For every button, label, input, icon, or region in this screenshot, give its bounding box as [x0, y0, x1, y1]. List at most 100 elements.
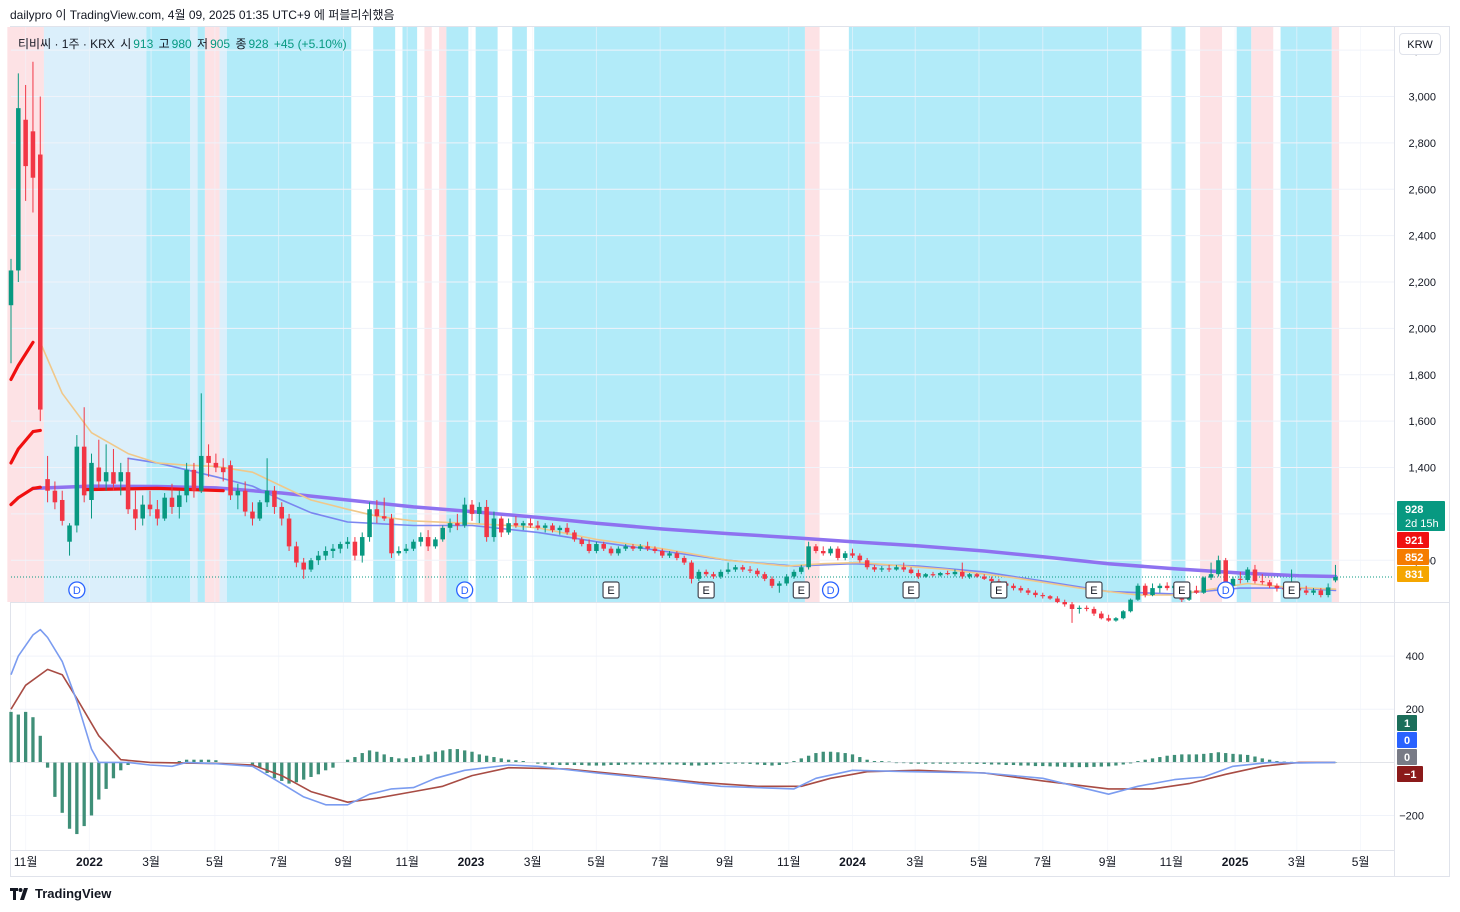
- event-marker-label: E: [607, 585, 614, 597]
- currency-button[interactable]: KRW: [1399, 33, 1441, 55]
- legend-low: 905: [210, 37, 231, 51]
- chart-svg[interactable]: DDEEEDEEEEDE3,2003,0002,8002,6002,4002,2…: [0, 0, 1460, 912]
- macd-histogram-bar: [602, 762, 606, 766]
- legend-open: 913: [133, 37, 154, 51]
- macd-histogram-bar: [1004, 762, 1008, 766]
- time-axis-label: 3월: [524, 855, 542, 869]
- time-axis-label: 9월: [335, 855, 353, 869]
- macd-histogram-bar: [419, 755, 423, 763]
- price-axis-tick: 1,600: [1408, 416, 1436, 428]
- time-axis-label: 2025: [1222, 855, 1249, 869]
- candle-body: [520, 523, 526, 526]
- macd-histogram-bar: [1209, 753, 1213, 763]
- candle-body: [820, 550, 826, 554]
- candle-body: [8, 270, 14, 306]
- macd-histogram-bar: [755, 762, 760, 765]
- candle-body: [681, 557, 687, 563]
- macd-histogram-bar: [389, 757, 394, 763]
- macd-histogram-bar: [704, 762, 708, 766]
- candle-body: [264, 490, 270, 503]
- background-zone: [1280, 27, 1332, 602]
- candle-body: [981, 576, 987, 579]
- macd-axis-tick: 400: [1406, 651, 1424, 663]
- macd-histogram-bar: [1011, 762, 1016, 766]
- candle-body: [938, 573, 943, 576]
- legend-close: 928: [248, 37, 269, 51]
- price-axis-tick: 2,600: [1408, 184, 1436, 196]
- macd-histogram-bar: [441, 750, 445, 763]
- candle-body: [1274, 585, 1280, 589]
- symbol-legend[interactable]: 티비씨 · 1주 · KRX 시 913 고 980 저 905 종 928 +45 (…: [18, 35, 349, 52]
- macd-histogram-bar: [477, 754, 481, 763]
- candle-body: [272, 490, 277, 507]
- price-axis-tick: 3,000: [1408, 92, 1436, 104]
- macd-histogram-bar: [484, 755, 489, 763]
- candle: [389, 513, 394, 558]
- candle-body: [111, 472, 116, 484]
- time-axis-label: 5월: [970, 855, 988, 869]
- candle-body: [125, 472, 131, 510]
- footer-brand[interactable]: TradingView: [10, 886, 111, 901]
- macd-histogram-bar: [280, 762, 284, 781]
- candle-body: [806, 546, 811, 568]
- candle-body: [674, 553, 680, 558]
- macd-histogram-bar: [989, 762, 994, 765]
- macd-histogram-bar: [1085, 762, 1089, 768]
- macd-value-label: −1: [1397, 766, 1423, 782]
- macd-histogram-bar: [1092, 762, 1096, 767]
- background-zone: [439, 27, 447, 602]
- candle-body: [235, 490, 241, 496]
- macd-histogram-bar: [572, 762, 577, 766]
- candle-body: [462, 504, 467, 526]
- candle-body: [74, 446, 80, 526]
- macd-histogram-bar: [689, 762, 694, 766]
- candle-body: [659, 550, 665, 556]
- candle-body: [711, 574, 716, 577]
- macd-histogram-bar: [16, 714, 20, 763]
- candle-body: [45, 479, 50, 491]
- candle-body: [1120, 611, 1126, 619]
- countdown-label-text: 2d 15h: [1405, 518, 1439, 530]
- time-axis-label: 11월: [14, 855, 38, 869]
- candle: [352, 537, 358, 561]
- macd-histogram-bar: [294, 762, 299, 783]
- event-marker-label: E: [995, 585, 1002, 597]
- macd-histogram-bar: [543, 762, 547, 765]
- event-marker-d: D: [456, 581, 474, 599]
- candle-body: [359, 537, 365, 556]
- candle: [499, 516, 504, 538]
- macd-histogram-bar: [1216, 752, 1221, 763]
- price-axis-label: 921: [1397, 532, 1429, 548]
- macd-histogram-bar: [1019, 762, 1023, 766]
- candle-body: [828, 548, 833, 554]
- candle-body: [52, 490, 58, 503]
- background-zone: [43, 27, 147, 602]
- candle: [842, 550, 848, 561]
- time-axis-label: 11월: [395, 855, 419, 869]
- candle-body: [1113, 618, 1119, 621]
- time-axis-label: 11월: [777, 855, 801, 869]
- candle-body: [67, 525, 72, 542]
- macd-histogram-bar: [514, 760, 518, 763]
- candle: [396, 546, 402, 556]
- macd-histogram-bar: [492, 757, 496, 763]
- event-marker-e: E: [1282, 581, 1301, 599]
- macd-histogram-bar: [382, 754, 386, 763]
- candle-body: [725, 569, 731, 572]
- time-axis-label: 2024: [839, 855, 866, 869]
- candle-body: [960, 571, 965, 577]
- candle-body: [718, 571, 724, 577]
- event-marker-label: E: [1288, 585, 1295, 597]
- event-marker-label: D: [73, 585, 81, 597]
- candle-body: [616, 548, 621, 554]
- candle: [1113, 617, 1119, 622]
- candle-body: [513, 523, 519, 526]
- candle: [440, 525, 445, 542]
- time-axis-label: 5월: [206, 855, 224, 869]
- macd-histogram-bar: [660, 762, 664, 765]
- legend-high-label: 고: [158, 37, 170, 51]
- event-marker-label: D: [1222, 585, 1230, 597]
- candle-body: [389, 518, 394, 554]
- candle: [1120, 610, 1126, 620]
- macd-histogram-bar: [506, 759, 511, 763]
